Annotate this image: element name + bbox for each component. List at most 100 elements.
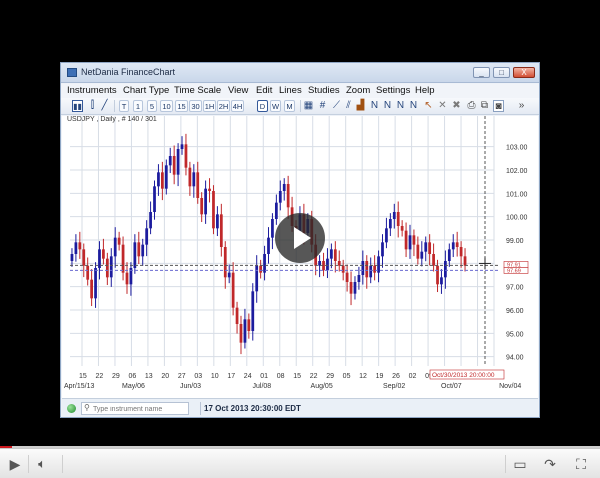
speed-lines-icon[interactable]: N [395,100,406,112]
crosshair-grid-icon[interactable]: # [317,100,328,112]
select-tool-icon[interactable]: ↖ [423,100,434,112]
line-chart-icon[interactable]: ╱ [99,100,110,112]
candle-body [361,261,365,275]
share-icon[interactable]: ↷ [541,456,559,472]
period-tick-button[interactable]: T [119,100,129,112]
delete-line-icon[interactable]: ✕ [437,100,448,112]
play-icon[interactable]: ▶ [6,456,24,472]
period-10-button[interactable]: 10 [160,100,173,112]
play-overlay-button[interactable] [275,213,325,263]
candle-body [353,282,357,294]
menu-chart-type[interactable]: Chart Type [123,85,169,96]
candle-body [455,242,459,247]
candle-body [145,228,149,245]
candle-body [274,202,278,219]
candle-body [239,324,243,343]
price-tick-label: 99.00 [506,238,524,245]
channel-icon[interactable]: ⫽ [343,100,354,112]
arc-icon[interactable]: N [408,100,419,112]
delete-all-icon[interactable]: ✖ [451,100,462,112]
candle-body [160,172,164,189]
period-weekly-button[interactable]: W [270,100,281,112]
candle-body [416,244,420,259]
close-button[interactable]: X [513,67,535,78]
candle-body [117,237,121,245]
menu-zoom[interactable]: Zoom [346,85,370,96]
price-tick-label: 103.00 [506,145,528,152]
candle-body [247,319,251,331]
month-label: Jun/03 [180,383,201,390]
candle-body [396,212,400,226]
instrument-search-box[interactable]: ⚲ [81,402,189,415]
more-options-icon[interactable]: » [516,100,527,112]
period-15-button[interactable]: 15 [175,100,188,112]
trendline-icon[interactable]: ⟋ [331,100,342,112]
menu-settings[interactable]: Settings [376,85,410,96]
candle-body [212,191,215,229]
menu-lines[interactable]: Lines [279,85,302,96]
menu-edit[interactable]: Edit [256,85,272,96]
candle-body [420,251,424,259]
period-daily-button[interactable]: D [257,100,268,112]
menu-instruments[interactable]: Instruments [67,85,117,96]
volume-icon[interactable]: ▟ [355,100,366,112]
fullscreen-icon[interactable]: ⛶ [572,456,590,472]
symbol-label: USDJPY , Daily , # 140 / 301 [67,116,157,123]
period-30-button[interactable]: 30 [189,100,202,112]
copy-icon[interactable]: ⧉ [479,100,490,112]
camera-icon[interactable]: ◙ [493,100,504,112]
minimize-button[interactable]: _ [473,67,490,78]
day-tick-label: 15 [79,373,87,380]
control-divider [505,455,506,473]
volume-icon[interactable]: 🔈︎ [33,456,51,472]
month-label: Oct/07 [441,383,462,390]
period-5-button[interactable]: 5 [147,100,157,112]
period-2h-button[interactable]: 2H [217,100,230,112]
candle-body [113,237,117,257]
day-tick-label: 01 [260,373,268,380]
price-tick-label: 95.00 [506,331,524,338]
day-tick-label: 24 [244,373,252,380]
menu-studies[interactable]: Studies [308,85,340,96]
candle-body [369,265,373,278]
candle-body [231,272,235,308]
captions-icon[interactable]: ▭ [511,456,529,472]
bar-chart-icon[interactable]: ⫿ [87,100,98,112]
candle-body [133,242,137,268]
candle-body [278,191,282,203]
candle-body [153,186,156,212]
instrument-search-input[interactable] [93,404,187,414]
candle-body [94,268,97,299]
period-monthly-button[interactable]: M [284,100,295,112]
grid-icon[interactable]: ▦ [303,100,314,112]
gann-icon[interactable]: N [382,100,393,112]
candle-body [157,172,160,187]
period-1-button[interactable]: 1 [133,100,143,112]
maximize-button[interactable]: □ [493,67,510,78]
menu-view[interactable]: View [228,85,248,96]
day-tick-label: 20 [161,373,169,380]
menu-help[interactable]: Help [415,85,435,96]
candlestick-icon[interactable]: ▮▮ [72,100,83,112]
title-bar: NetDania FinanceChart _ □ X [61,63,539,83]
print-icon[interactable]: ⎙ [466,100,477,112]
candle-body [125,272,129,285]
period-4h-button[interactable]: 4H [231,100,244,112]
toolbar: ▮▮ ⫿ ╱ T 1 5 10 15 30 1H 2H 4H D W M ▦ #… [61,98,539,115]
candle-body [90,279,93,299]
day-tick-label: 17 [227,373,235,380]
candle-body [251,291,255,331]
window-title: NetDania FinanceChart [81,67,176,77]
candle-body [235,307,239,324]
day-tick-label: 12 [359,373,367,380]
candle-body [78,242,82,250]
menu-time-scale[interactable]: Time Scale [174,85,221,96]
period-1h-button[interactable]: 1H [203,100,216,112]
month-label: Jul/08 [253,383,272,390]
candle-body [463,256,467,266]
fibonacci-icon[interactable]: N [369,100,380,112]
candle-body [216,214,219,229]
candle-body [102,249,105,259]
menu-bar: Instruments Chart Type Time Scale View E… [61,84,539,98]
candle-body [341,265,345,273]
